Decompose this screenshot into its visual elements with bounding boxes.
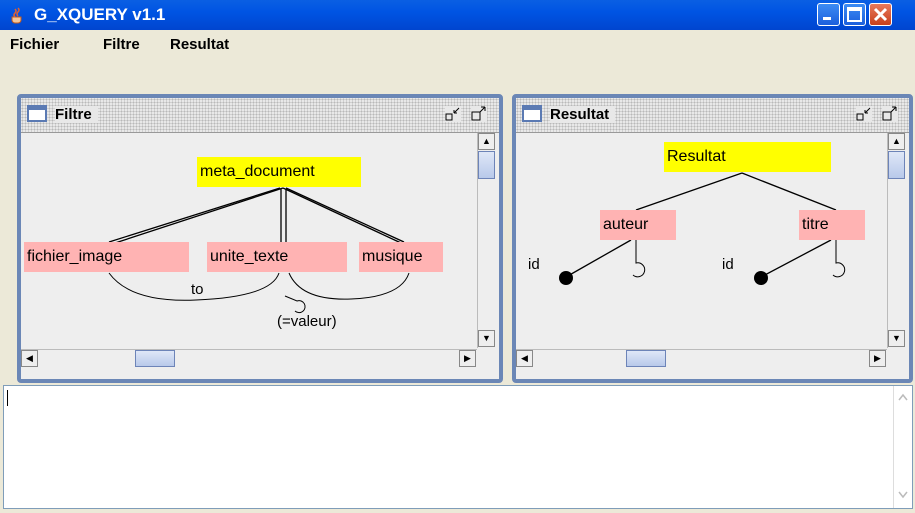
maximize-icon <box>847 7 862 22</box>
iconify-icon[interactable] <box>856 106 872 122</box>
maximize-frame-icon[interactable] <box>882 106 898 122</box>
text-caret <box>7 390 8 406</box>
resultat-frame-titlebar[interactable]: Resultat <box>516 98 909 133</box>
resultat-frame-title: Resultat <box>550 106 616 123</box>
resultat-canvas[interactable]: Resultat auteur titre id id <box>516 133 887 348</box>
node-titre[interactable]: titre <box>799 210 865 240</box>
scroll-thumb[interactable] <box>478 151 495 179</box>
scroll-thumb[interactable] <box>888 151 905 179</box>
node-fichier-image[interactable]: fichier_image <box>24 242 189 272</box>
filtre-frame-titlebar[interactable]: Filtre <box>21 98 499 133</box>
scroll-thumb[interactable] <box>626 350 666 367</box>
frame-document-icon <box>27 105 47 122</box>
node-resultat[interactable]: Resultat <box>664 142 831 172</box>
scroll-left-arrow-icon[interactable]: ◀ <box>516 350 533 367</box>
maximize-button[interactable] <box>843 3 866 26</box>
window-titlebar[interactable]: G_XQUERY v1.1 <box>0 0 915 30</box>
filtre-canvas[interactable]: meta_document fichier_image unite_texte … <box>21 133 477 348</box>
iconify-icon[interactable] <box>445 106 461 122</box>
query-text-area[interactable] <box>3 385 913 509</box>
scroll-down-arrow-icon[interactable]: ▼ <box>478 330 495 347</box>
menu-filtre[interactable]: Filtre <box>103 36 140 53</box>
scroll-left-arrow-icon[interactable]: ◀ <box>21 350 38 367</box>
resultat-vertical-scrollbar[interactable]: ▲ ▼ <box>887 133 906 348</box>
resultat-frame[interactable]: Resultat Resultat auteur titre id id ▲ ▼… <box>512 94 913 383</box>
node-auteur[interactable]: auteur <box>600 210 676 240</box>
java-cup-icon <box>11 7 22 24</box>
menu-resultat[interactable]: Resultat <box>170 36 229 53</box>
node-musique[interactable]: musique <box>359 242 443 272</box>
node-meta-document[interactable]: meta_document <box>197 157 361 187</box>
scroll-down-arrow-icon[interactable]: ▼ <box>888 330 905 347</box>
menu-bar: Fichier Filtre Resultat <box>0 30 915 60</box>
join-label: to <box>191 281 204 298</box>
menu-fichier[interactable]: Fichier <box>10 36 59 53</box>
filtre-frame[interactable]: Filtre meta_document fichier_image unite… <box>17 94 503 383</box>
value-label: (=valeur) <box>277 313 337 330</box>
window-title: G_XQUERY v1.1 <box>34 5 166 24</box>
scroll-right-arrow-icon[interactable]: ▶ <box>459 350 476 367</box>
text-area-scrollbar[interactable] <box>893 386 912 508</box>
close-icon <box>873 7 888 22</box>
filtre-horizontal-scrollbar[interactable]: ◀ ▶ <box>21 349 477 368</box>
close-button[interactable] <box>869 3 892 26</box>
scroll-up-arrow-icon[interactable]: ▲ <box>888 133 905 150</box>
resultat-horizontal-scrollbar[interactable]: ◀ ▶ <box>516 349 887 368</box>
node-unite-texte[interactable]: unite_texte <box>207 242 347 272</box>
frame-document-icon <box>522 105 542 122</box>
scroll-up-arrow-icon[interactable]: ▲ <box>478 133 495 150</box>
filtre-vertical-scrollbar[interactable]: ▲ ▼ <box>477 133 496 348</box>
scroll-right-arrow-icon[interactable]: ▶ <box>869 350 886 367</box>
minimize-icon <box>823 17 831 20</box>
attr-label: id <box>528 256 540 273</box>
minimize-button[interactable] <box>817 3 840 26</box>
maximize-frame-icon[interactable] <box>471 106 487 122</box>
text-scroll-arrows-icon[interactable] <box>894 386 912 508</box>
attr-label: id <box>722 256 734 273</box>
scroll-thumb[interactable] <box>135 350 175 367</box>
filtre-frame-title: Filtre <box>55 106 98 123</box>
